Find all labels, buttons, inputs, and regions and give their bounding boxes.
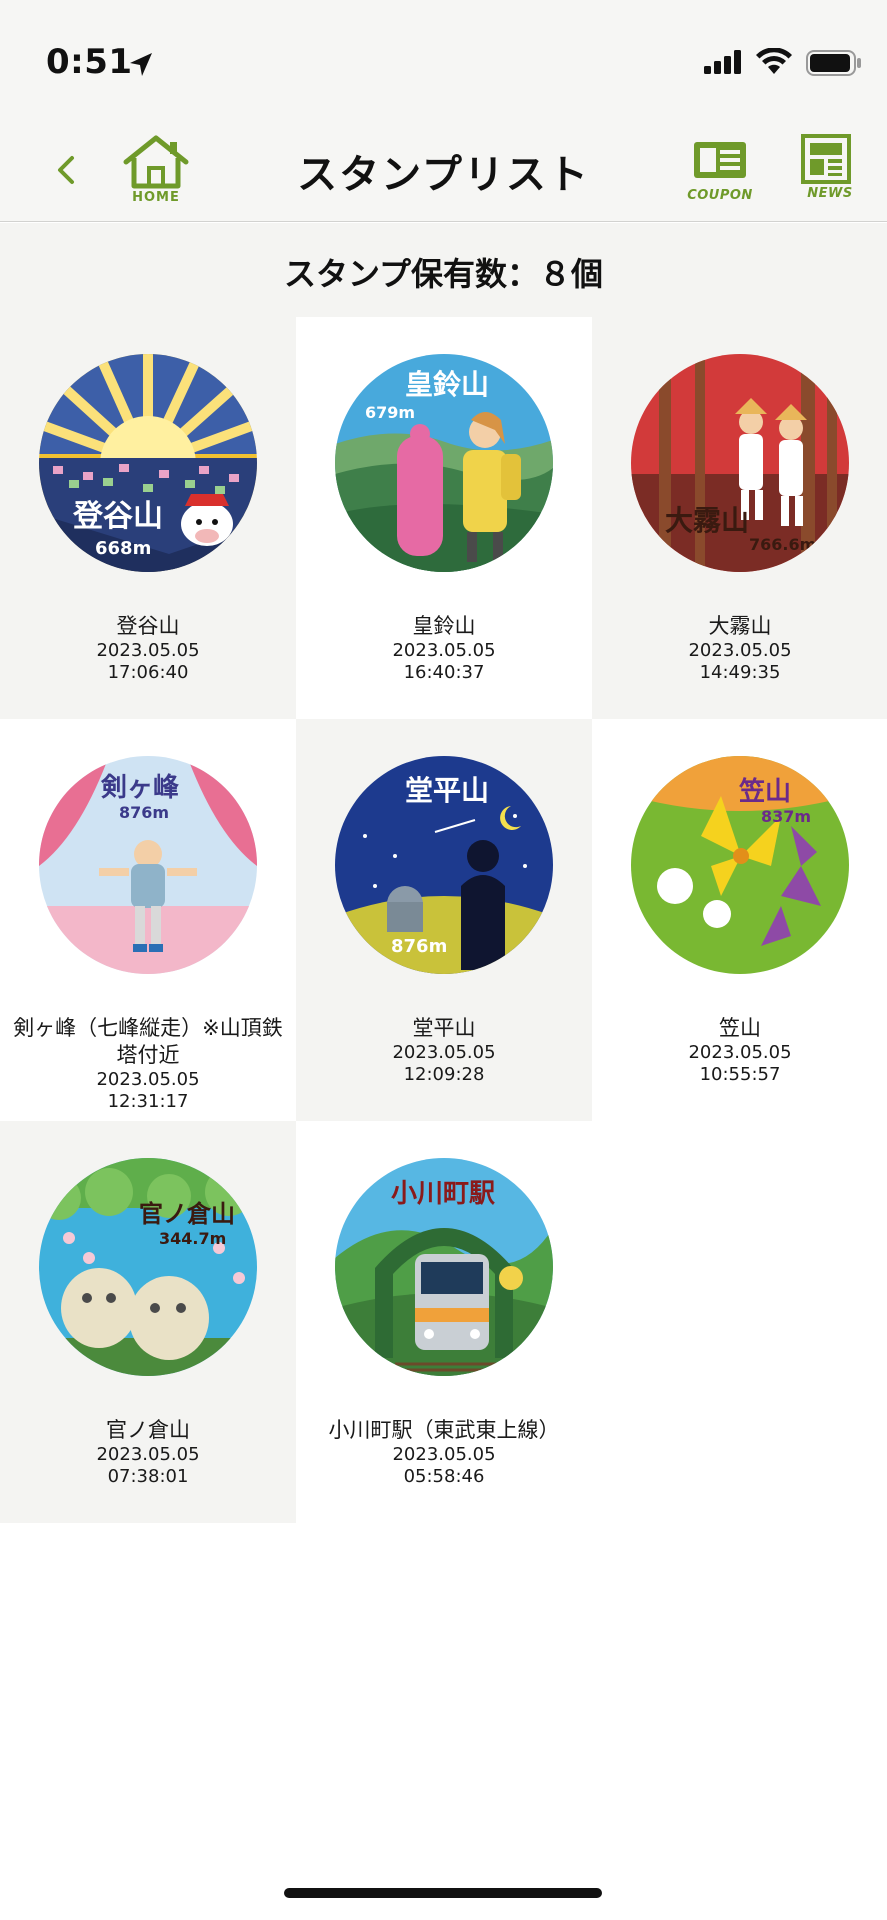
- artwork-title: 笠山: [739, 776, 791, 807]
- news-label: NEWS: [807, 186, 853, 201]
- artwork-title: 剣ヶ峰: [100, 773, 179, 803]
- stamp-image: 大霧山 766.6m: [631, 354, 849, 572]
- stamp-date: 2023.05.05: [392, 640, 496, 661]
- home-indicator[interactable]: [284, 1888, 602, 1898]
- cellular-signal-icon: [704, 50, 741, 74]
- stamp-card[interactable]: 大霧山 766.6m 大霧山 2023.05.05 14:49:35: [592, 317, 887, 719]
- stamp-time: 12:31:17: [107, 1091, 189, 1112]
- artwork-title: 官ノ倉山: [139, 1200, 235, 1228]
- stamp-name: 登谷山: [116, 614, 180, 638]
- stamp-time: 17:06:40: [107, 662, 189, 683]
- stamp-time: 14:49:35: [699, 662, 781, 683]
- stamp-card[interactable]: 小川町駅 小川町駅（東武東上線） 2023.05.05 05:58:46: [296, 1121, 592, 1523]
- stamp-image: 皇鈴山 679m: [335, 354, 553, 572]
- artwork-elevation: 876m: [391, 936, 447, 957]
- artwork-elevation: 837m: [761, 807, 811, 826]
- stamp-count-bar: スタンプ保有数：８個: [0, 223, 887, 317]
- stamp-name: 笠山: [719, 1016, 761, 1040]
- stamp-count-text: スタンプ保有数：８個: [283, 255, 604, 293]
- artwork-title: 堂平山: [405, 774, 489, 807]
- status-bar: 0:51: [0, 0, 887, 112]
- stamp-date: 2023.05.05: [392, 1042, 496, 1063]
- artwork-title: 小川町駅: [391, 1179, 495, 1209]
- artwork-title: 登谷山: [72, 499, 163, 534]
- stamp-card[interactable]: 官ノ倉山 344.7m 官ノ倉山 2023.05.05 07:38:01: [0, 1121, 296, 1523]
- wifi-icon: [756, 48, 792, 74]
- artwork-title: 皇鈴山: [405, 368, 489, 401]
- artwork-elevation: 668m: [95, 538, 151, 559]
- stamp-card[interactable]: 皇鈴山 679m 皇鈴山 2023.05.05 16:40:37: [296, 317, 592, 719]
- coupon-button[interactable]: COUPON: [687, 136, 752, 204]
- artwork-title: 大霧山: [665, 504, 749, 537]
- news-button[interactable]: NEWS: [800, 134, 854, 204]
- stamp-date: 2023.05.05: [688, 1042, 792, 1063]
- nav-bar: HOME スタンプリスト COUPON NEWS: [0, 112, 887, 222]
- stamp-name: 大霧山: [708, 614, 772, 638]
- artwork-elevation: 766.6m: [749, 535, 816, 554]
- stamp-date: 2023.05.05: [96, 640, 200, 661]
- stamp-name: 小川町駅（東武東上線）: [328, 1418, 560, 1442]
- stamp-time: 12:09:28: [403, 1064, 485, 1085]
- stamp-date: 2023.05.05: [96, 1069, 200, 1090]
- stamp-card[interactable]: 堂平山 876m 堂平山 2023.05.05 12:09:28: [296, 719, 592, 1121]
- stamp-name: 堂平山: [412, 1016, 476, 1040]
- coupon-label: COUPON: [687, 188, 753, 203]
- stamp-date: 2023.05.05: [392, 1444, 496, 1465]
- stamp-time: 16:40:37: [403, 662, 485, 683]
- stamp-name: 皇鈴山: [412, 614, 476, 638]
- stamp-image: 官ノ倉山 344.7m: [39, 1158, 257, 1376]
- stamp-name: 官ノ倉山: [106, 1418, 190, 1442]
- location-arrow-icon: [130, 53, 152, 76]
- stamp-card[interactable]: 笠山 837m 笠山 2023.05.05 10:55:57: [592, 719, 887, 1121]
- stamp-date: 2023.05.05: [96, 1444, 200, 1465]
- coupon-icon: [694, 142, 746, 178]
- stamp-time: 07:38:01: [107, 1466, 189, 1487]
- stamp-image: 登谷山 668m: [39, 354, 257, 572]
- stamp-image: 堂平山 876m: [335, 756, 553, 974]
- stamp-date: 2023.05.05: [688, 640, 792, 661]
- stamp-card[interactable]: 登谷山 668m 登谷山 2023.05.05 17:06:40: [0, 317, 296, 719]
- artwork-elevation: 679m: [365, 403, 415, 422]
- stamp-name: 剣ヶ峰（七峰縦走）※山頂鉄塔付近: [13, 1016, 283, 1067]
- stamp-image: 剣ヶ峰 876m: [39, 756, 257, 974]
- artwork-elevation: 344.7m: [159, 1229, 226, 1248]
- artwork-elevation: 876m: [119, 803, 169, 822]
- stamp-image: 笠山 837m: [631, 756, 849, 974]
- stamp-card[interactable]: 剣ヶ峰 876m 剣ヶ峰（七峰縦走）※山頂鉄塔付近 2023.05.05 12:…: [0, 719, 296, 1121]
- stamp-time: 05:58:46: [403, 1466, 485, 1487]
- status-time: 0:51: [46, 42, 133, 82]
- stamp-image: 小川町駅: [335, 1158, 553, 1376]
- news-icon: [801, 134, 851, 184]
- battery-icon: [806, 50, 861, 76]
- stamp-time: 10:55:57: [699, 1064, 781, 1085]
